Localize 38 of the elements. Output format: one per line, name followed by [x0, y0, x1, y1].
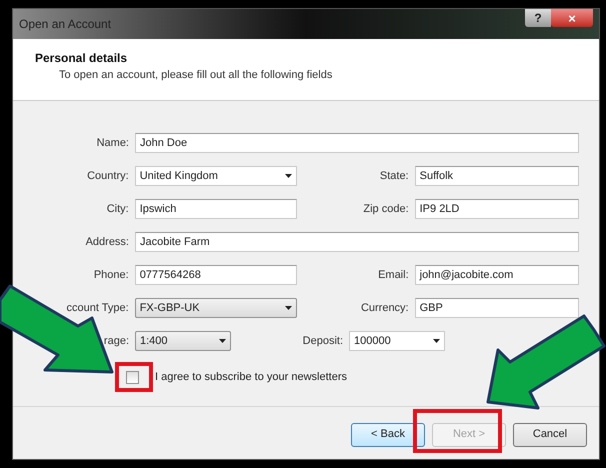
dropdown-field[interactable]: 100000	[349, 331, 445, 351]
newsletter-checkbox[interactable]	[126, 370, 139, 384]
field-label: Currency:	[360, 300, 409, 316]
input-field[interactable]: 0777564268	[134, 265, 298, 285]
input-field[interactable]: Suffolk	[414, 166, 579, 186]
field-label: rage:	[102, 334, 129, 349]
input-field[interactable]: Ipswich	[134, 199, 298, 219]
field-label: State:	[378, 168, 409, 184]
dropdown-field[interactable]: FX-GBP-UK	[134, 298, 298, 318]
input-field[interactable]: GBP	[414, 298, 579, 318]
dropdown-field[interactable]: 1:400	[135, 331, 231, 351]
field-label: Zip code:	[362, 202, 409, 217]
header-subtitle: To open an account, please fill out all the following fields	[58, 68, 332, 83]
field-label: City:	[106, 202, 129, 217]
close-button[interactable]: ×	[551, 9, 593, 27]
newsletter-label: I agree to subscribe to your newsletters	[155, 370, 347, 385]
window-title: Open an Account	[19, 16, 112, 33]
highlight-frame	[115, 362, 153, 392]
field-label: Deposit:	[302, 334, 343, 349]
input-field[interactable]: Jacobite Farm	[135, 232, 579, 252]
dialog-button[interactable]: Cancel	[513, 422, 587, 446]
dropdown-arrow-icon	[433, 339, 440, 343]
header-title: Personal details	[35, 50, 128, 67]
input-field[interactable]: IP9 2LD	[414, 199, 579, 219]
field-label: Name:	[96, 136, 129, 151]
field-label: ccount Type:	[66, 300, 129, 316]
field-label: Phone:	[92, 268, 129, 283]
dialog-button[interactable]: < Back	[351, 422, 425, 446]
dropdown-field[interactable]: United Kingdom	[134, 166, 298, 186]
input-field[interactable]: John Doe	[135, 133, 579, 153]
dropdown-arrow-icon	[285, 174, 292, 178]
dropdown-arrow-icon	[285, 306, 292, 310]
field-label: Country:	[86, 168, 129, 184]
input-field[interactable]: john@jacobite.com	[414, 265, 579, 285]
field-label: Email:	[377, 268, 409, 283]
dropdown-arrow-icon	[219, 339, 226, 343]
field-label: Address:	[84, 234, 129, 250]
help-button[interactable]: ?	[525, 9, 551, 27]
